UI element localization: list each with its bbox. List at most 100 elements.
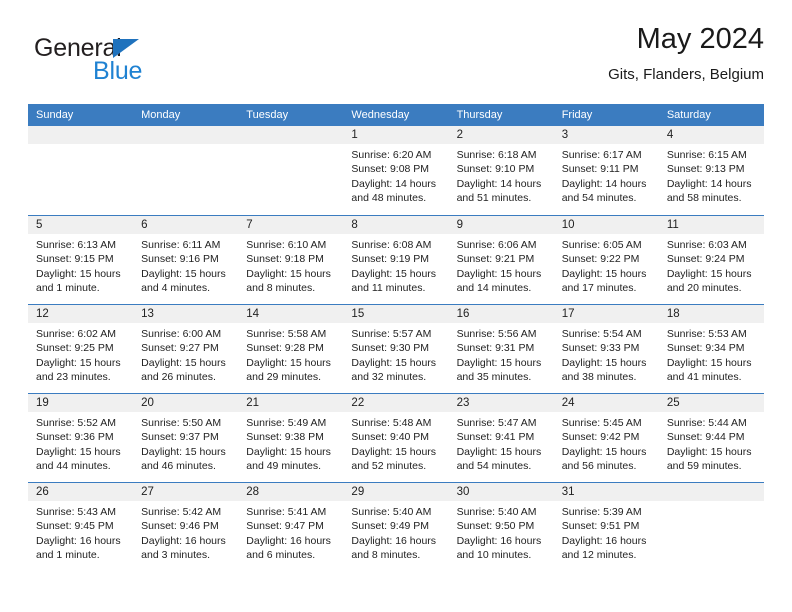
calendar-day-cell[interactable]: 7 Sunrise: 6:10 AM Sunset: 9:18 PM Daylight… [238, 216, 344, 304]
day-details: Sunrise: 6:17 AM Sunset: 9:11 PM Daylight:… [554, 144, 659, 206]
day-details: Sunrise: 6:08 AM Sunset: 9:19 PM Daylight:… [343, 234, 448, 296]
day-details: Sunrise: 6:06 AM Sunset: 9:21 PM Daylight:… [449, 234, 554, 296]
sunset-time: Sunset: 9:31 PM [456, 342, 535, 355]
daylight-duration-line2: and 17 minutes. [561, 282, 637, 295]
calendar-day-cell[interactable]: 9 Sunrise: 6:06 AM Sunset: 9:21 PM Daylight… [448, 216, 554, 304]
day-details: Sunrise: 6:18 AM Sunset: 9:10 PM Daylight:… [449, 144, 554, 206]
daylight-duration-line2: and 12 minutes. [561, 549, 637, 562]
calendar-day-cell[interactable]: 1 Sunrise: 6:20 AM Sunset: 9:08 PM Daylight… [343, 126, 449, 215]
calendar-day-cell[interactable]: 29 Sunrise: 5:40 AM Sunset: 9:49 PM Dayligh… [343, 483, 449, 571]
calendar-day-cell[interactable]: 16 Sunrise: 5:56 AM Sunset: 9:31 PM Dayligh… [448, 305, 554, 393]
day-number: 20 [133, 394, 239, 412]
day-details: Sunrise: 5:53 AM Sunset: 9:34 PM Daylight:… [659, 323, 764, 385]
sunrise-time: Sunrise: 5:50 AM [141, 417, 222, 429]
daylight-duration-line2: and 6 minutes. [246, 549, 316, 562]
day-details: Sunrise: 5:56 AM Sunset: 9:31 PM Daylight:… [449, 323, 554, 385]
brand-triangle-icon [113, 39, 139, 58]
daylight-duration-line1: Daylight: 15 hours [246, 267, 331, 280]
calendar-day-cell[interactable]: 30 Sunrise: 5:40 AM Sunset: 9:50 PM Dayligh… [448, 483, 554, 571]
sunset-time: Sunset: 9:10 PM [456, 163, 535, 176]
calendar-day-cell[interactable]: 19 Sunrise: 5:52 AM Sunset: 9:36 PM Dayligh… [28, 394, 134, 482]
calendar-day-cell[interactable]: 12 Sunrise: 6:02 AM Sunset: 9:25 PM Dayligh… [28, 305, 134, 393]
calendar-day-cell[interactable]: 5 Sunrise: 6:13 AM Sunset: 9:15 PM Daylight… [28, 216, 134, 304]
sunrise-time: Sunrise: 6:17 AM [561, 149, 642, 161]
calendar-day-cell[interactable]: 15 Sunrise: 5:57 AM Sunset: 9:30 PM Dayligh… [343, 305, 449, 393]
day-number: 21 [238, 394, 344, 412]
weekday-header-monday: Monday [141, 109, 181, 121]
calendar-day-cell[interactable]: 8 Sunrise: 6:08 AM Sunset: 9:19 PM Daylight… [343, 216, 449, 304]
day-number: 10 [553, 216, 659, 234]
calendar-day-cell[interactable]: 18 Sunrise: 5:53 AM Sunset: 9:34 PM Dayligh… [658, 305, 764, 393]
calendar-day-cell[interactable]: 17 Sunrise: 5:54 AM Sunset: 9:33 PM Dayligh… [553, 305, 659, 393]
calendar-day-cell[interactable]: 27 Sunrise: 5:42 AM Sunset: 9:46 PM Dayligh… [133, 483, 239, 571]
sunset-time: Sunset: 9:13 PM [666, 163, 745, 176]
daylight-duration-line2: and 1 minute. [36, 549, 100, 562]
calendar-day-cell-empty [658, 483, 764, 571]
daylight-duration-line1: Daylight: 15 hours [141, 356, 226, 369]
calendar-day-cell[interactable]: 26 Sunrise: 5:43 AM Sunset: 9:45 PM Dayligh… [28, 483, 134, 571]
page-title: May 2024 [636, 23, 764, 55]
sunrise-time: Sunrise: 5:45 AM [561, 417, 642, 429]
sunset-time: Sunset: 9:25 PM [36, 342, 114, 355]
sunset-time: Sunset: 9:47 PM [246, 520, 324, 533]
day-number: 24 [553, 394, 659, 412]
weekday-header-friday: Friday [561, 109, 593, 121]
sunrise-time: Sunrise: 5:41 AM [246, 506, 327, 518]
day-details: Sunrise: 6:02 AM Sunset: 9:25 PM Daylight:… [28, 323, 133, 385]
day-details: Sunrise: 5:44 AM Sunset: 9:44 PM Daylight:… [659, 412, 764, 474]
sunset-time: Sunset: 9:28 PM [246, 342, 324, 355]
day-details: Sunrise: 5:49 AM Sunset: 9:38 PM Daylight:… [238, 412, 343, 474]
sunrise-time: Sunrise: 6:15 AM [666, 149, 747, 161]
calendar-day-cell[interactable]: 14 Sunrise: 5:58 AM Sunset: 9:28 PM Dayligh… [238, 305, 344, 393]
calendar-day-cell[interactable]: 4 Sunrise: 6:15 AM Sunset: 9:13 PM Daylight… [658, 126, 764, 215]
daylight-duration-line1: Daylight: 14 hours [561, 177, 647, 190]
daylight-duration-line1: Daylight: 15 hours [666, 445, 752, 458]
calendar-day-cell-empty [133, 126, 239, 215]
daylight-duration-line1: Daylight: 15 hours [456, 445, 542, 458]
calendar-day-cell[interactable]: 11 Sunrise: 6:03 AM Sunset: 9:24 PM Dayligh… [658, 216, 764, 304]
calendar-day-cell[interactable]: 28 Sunrise: 5:41 AM Sunset: 9:47 PM Dayligh… [238, 483, 344, 571]
weekday-header-tuesday: Tuesday [246, 109, 289, 121]
calendar-day-cell[interactable]: 22 Sunrise: 5:48 AM Sunset: 9:40 PM Dayligh… [343, 394, 449, 482]
calendar-day-cell[interactable]: 25 Sunrise: 5:44 AM Sunset: 9:44 PM Dayligh… [658, 394, 764, 482]
day-number: 16 [448, 305, 554, 323]
sunrise-time: Sunrise: 6:11 AM [141, 239, 221, 251]
day-details: Sunrise: 5:45 AM Sunset: 9:42 PM Daylight:… [554, 412, 659, 474]
day-details: Sunrise: 5:48 AM Sunset: 9:40 PM Daylight:… [343, 412, 448, 474]
day-details: Sunrise: 5:40 AM Sunset: 9:50 PM Daylight:… [449, 501, 554, 563]
sunset-time: Sunset: 9:33 PM [561, 342, 640, 355]
day-details: Sunrise: 6:10 AM Sunset: 9:18 PM Daylight:… [238, 234, 343, 296]
sunrise-time: Sunrise: 5:40 AM [456, 506, 537, 518]
calendar-day-cell[interactable]: 10 Sunrise: 6:05 AM Sunset: 9:22 PM Dayligh… [553, 216, 659, 304]
calendar-day-cell[interactable]: 31 Sunrise: 5:39 AM Sunset: 9:51 PM Dayligh… [553, 483, 659, 571]
sunset-time: Sunset: 9:34 PM [666, 342, 745, 355]
calendar-day-cell[interactable]: 13 Sunrise: 6:00 AM Sunset: 9:27 PM Dayligh… [133, 305, 239, 393]
calendar-day-cell-empty [238, 126, 344, 215]
sunrise-time: Sunrise: 6:10 AM [246, 239, 327, 251]
sunset-time: Sunset: 9:41 PM [456, 431, 535, 444]
calendar-day-cell[interactable]: 23 Sunrise: 5:47 AM Sunset: 9:41 PM Dayligh… [448, 394, 554, 482]
calendar-day-cell[interactable]: 20 Sunrise: 5:50 AM Sunset: 9:37 PM Dayligh… [133, 394, 239, 482]
daylight-duration-line2: and 38 minutes. [561, 371, 637, 384]
calendar-day-cell[interactable]: 2 Sunrise: 6:18 AM Sunset: 9:10 PM Daylight… [448, 126, 554, 215]
day-number: 5 [28, 216, 134, 234]
daylight-duration-line2: and 1 minute. [36, 282, 100, 295]
daylight-duration-line2: and 35 minutes. [456, 371, 532, 384]
day-number: 2 [448, 126, 554, 144]
sunset-time: Sunset: 9:36 PM [36, 431, 114, 444]
day-details: Sunrise: 5:57 AM Sunset: 9:30 PM Daylight:… [343, 323, 448, 385]
calendar-day-cell[interactable]: 24 Sunrise: 5:45 AM Sunset: 9:42 PM Dayligh… [553, 394, 659, 482]
day-number: 17 [553, 305, 659, 323]
calendar-week-row: 5 Sunrise: 6:13 AM Sunset: 9:15 PM Daylight… [28, 215, 764, 304]
daylight-duration-line2: and 14 minutes. [456, 282, 532, 295]
sunrise-time: Sunrise: 6:20 AM [351, 149, 432, 161]
sunrise-time: Sunrise: 6:18 AM [456, 149, 537, 161]
calendar-day-cell[interactable]: 3 Sunrise: 6:17 AM Sunset: 9:11 PM Daylight… [553, 126, 659, 215]
weekday-header-wednesday: Wednesday [351, 109, 410, 121]
daylight-duration-line1: Daylight: 15 hours [36, 445, 121, 458]
brand-logo[interactable]: General Blue [34, 34, 254, 94]
calendar-day-cell[interactable]: 21 Sunrise: 5:49 AM Sunset: 9:38 PM Dayligh… [238, 394, 344, 482]
calendar-day-cell[interactable]: 6 Sunrise: 6:11 AM Sunset: 9:16 PM Daylight… [133, 216, 239, 304]
day-details: Sunrise: 5:50 AM Sunset: 9:37 PM Daylight:… [133, 412, 238, 474]
sunrise-time: Sunrise: 5:39 AM [561, 506, 642, 518]
